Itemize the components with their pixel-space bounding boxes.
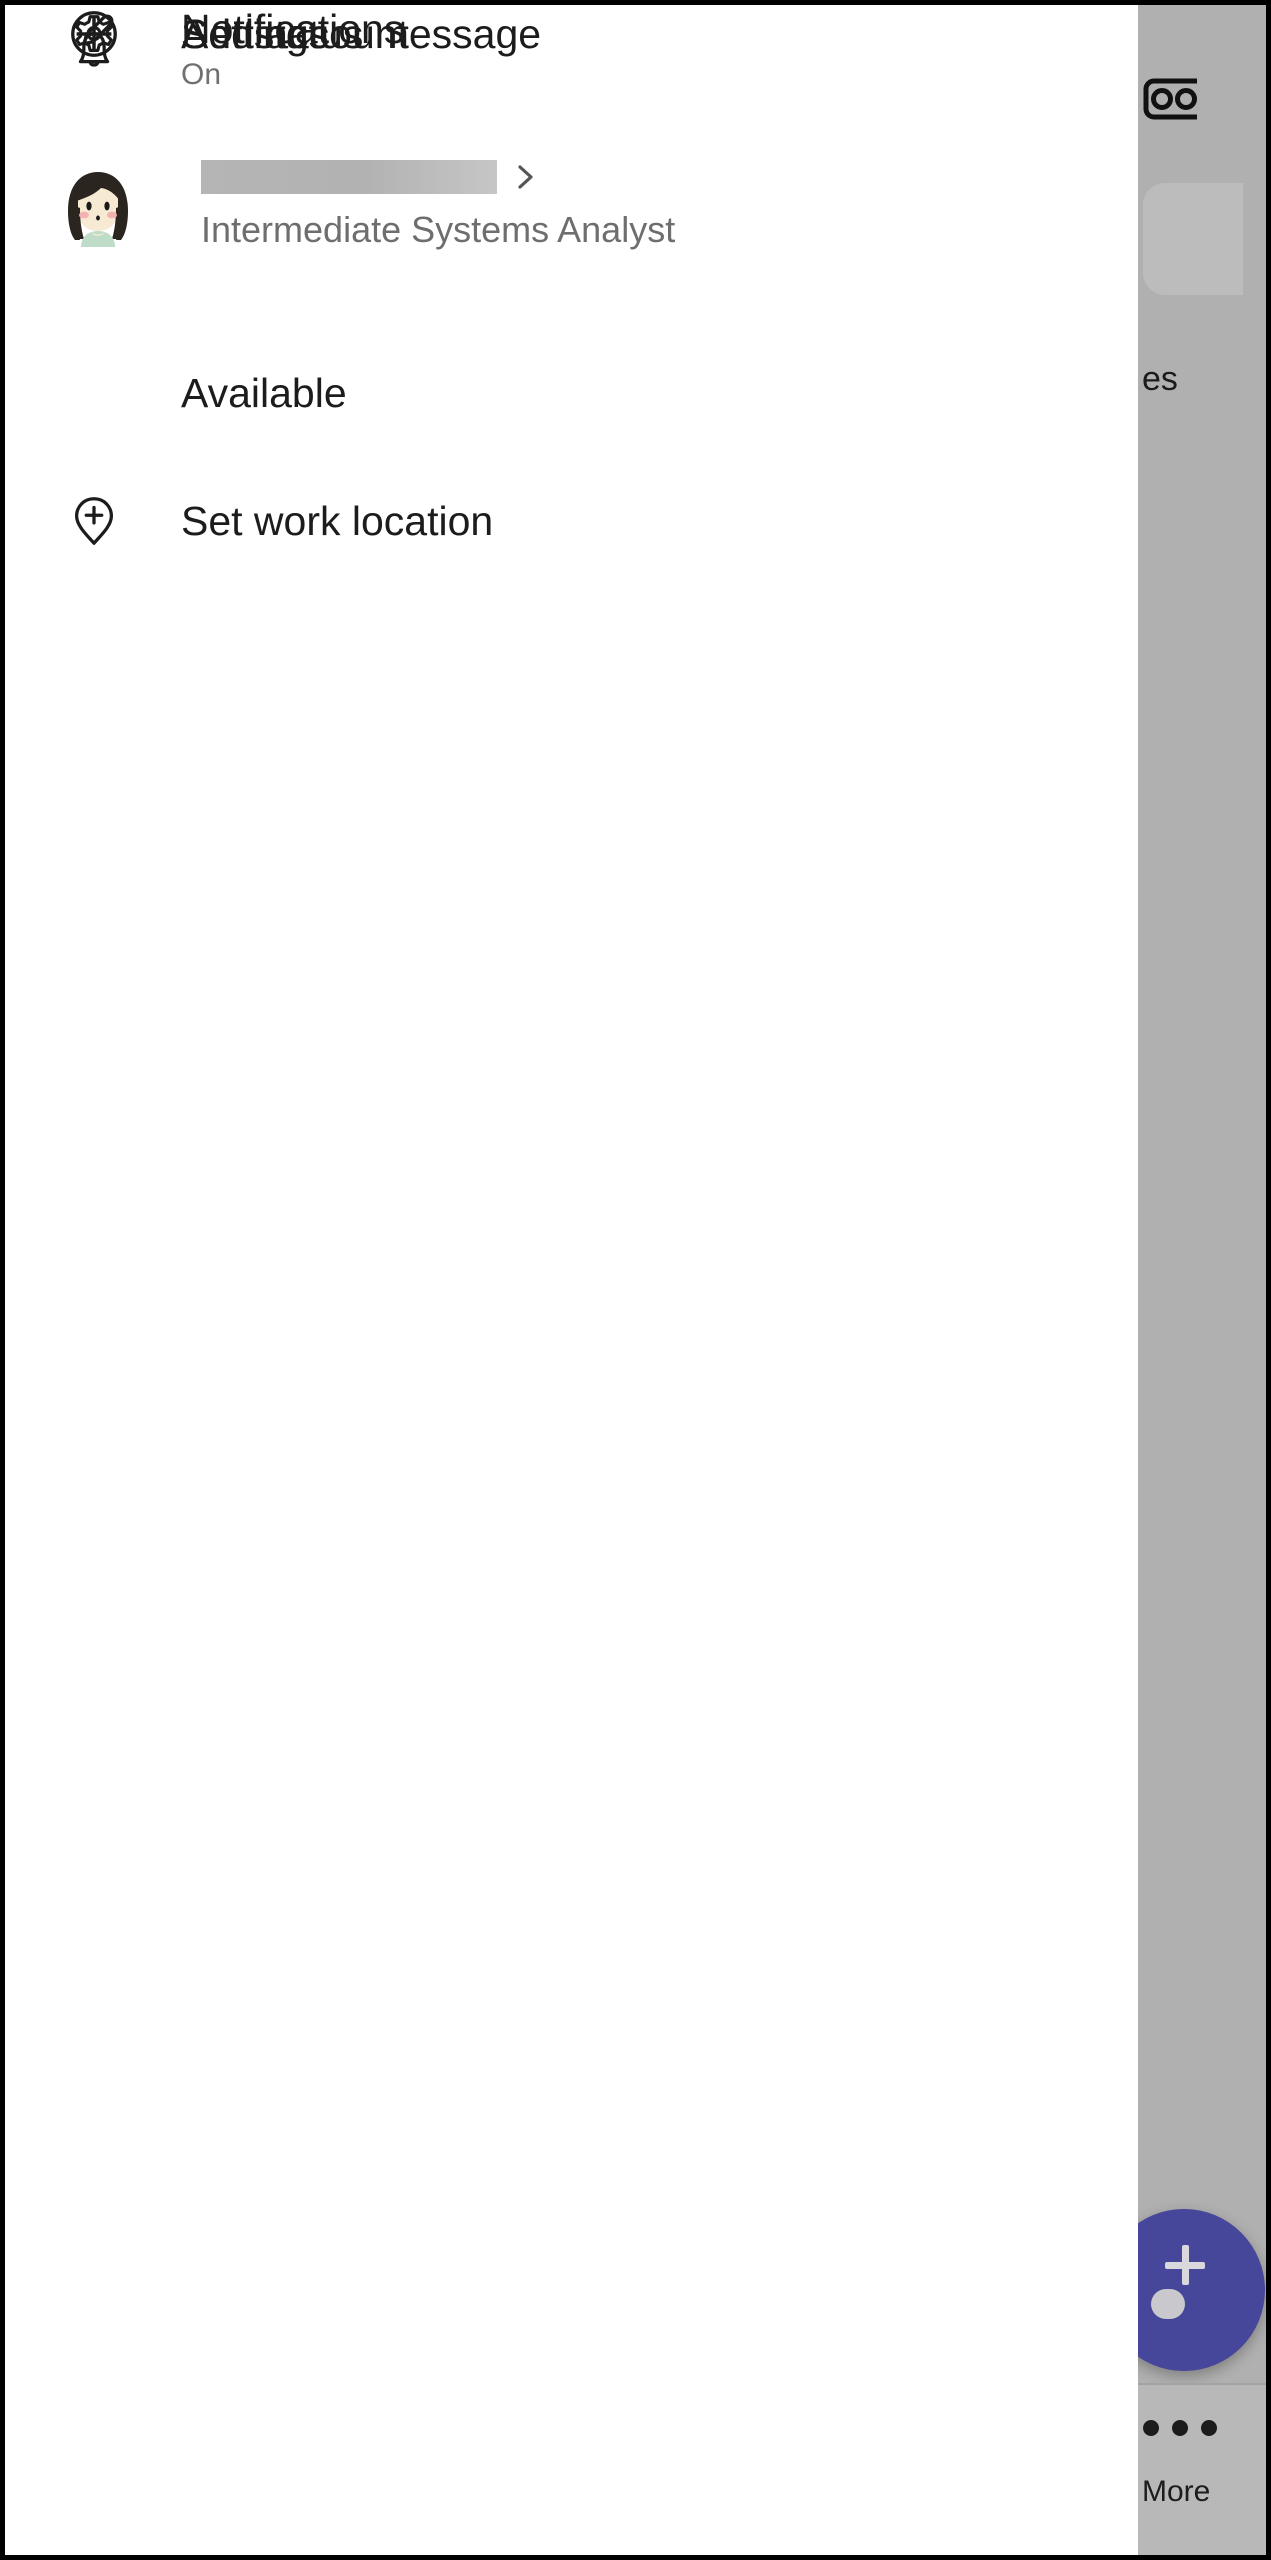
plus-icon xyxy=(1165,2245,1205,2285)
background-tab-label: es xyxy=(1142,360,1178,399)
voicemail-icon[interactable] xyxy=(1143,77,1197,121)
bottom-nav-more-label[interactable]: More xyxy=(1142,2475,1210,2509)
profile-display-name-redacted xyxy=(201,160,497,194)
map-pin-plus-icon xyxy=(65,492,123,550)
menu-item-text: Add account xyxy=(181,10,409,58)
menu-item-available[interactable]: Available xyxy=(5,353,1138,433)
status-available-icon xyxy=(65,364,123,422)
ellipsis-icon[interactable] xyxy=(1143,2420,1217,2436)
bottom-navigation-bar xyxy=(1135,2383,1266,2557)
search-pill[interactable] xyxy=(1143,183,1243,295)
woman-avatar-icon[interactable] xyxy=(57,165,139,247)
menu-item-add-account[interactable]: Add account xyxy=(5,5,1138,63)
chevron-right-icon[interactable] xyxy=(515,163,537,191)
profile-name-line xyxy=(201,155,675,199)
menu-item-text: Set work location xyxy=(181,497,493,545)
profile-text-block: Intermediate Systems Analyst xyxy=(201,155,675,251)
plus-icon xyxy=(65,5,123,63)
menu-item-label: Add account xyxy=(181,10,409,58)
menu-item-set-work-location[interactable]: Set work location xyxy=(5,481,1138,561)
fab-chat-dot-icon xyxy=(1151,2289,1185,2319)
menu-item-label: Set work location xyxy=(181,497,493,545)
account-drawer: Intermediate Systems Analyst Available xyxy=(5,5,1138,2555)
app-window: es More xyxy=(0,0,1271,2560)
profile-header[interactable]: Intermediate Systems Analyst xyxy=(5,155,1138,275)
menu-item-text: Available xyxy=(181,369,347,417)
profile-job-title: Intermediate Systems Analyst xyxy=(201,209,675,251)
menu-item-label: Available xyxy=(181,369,347,417)
